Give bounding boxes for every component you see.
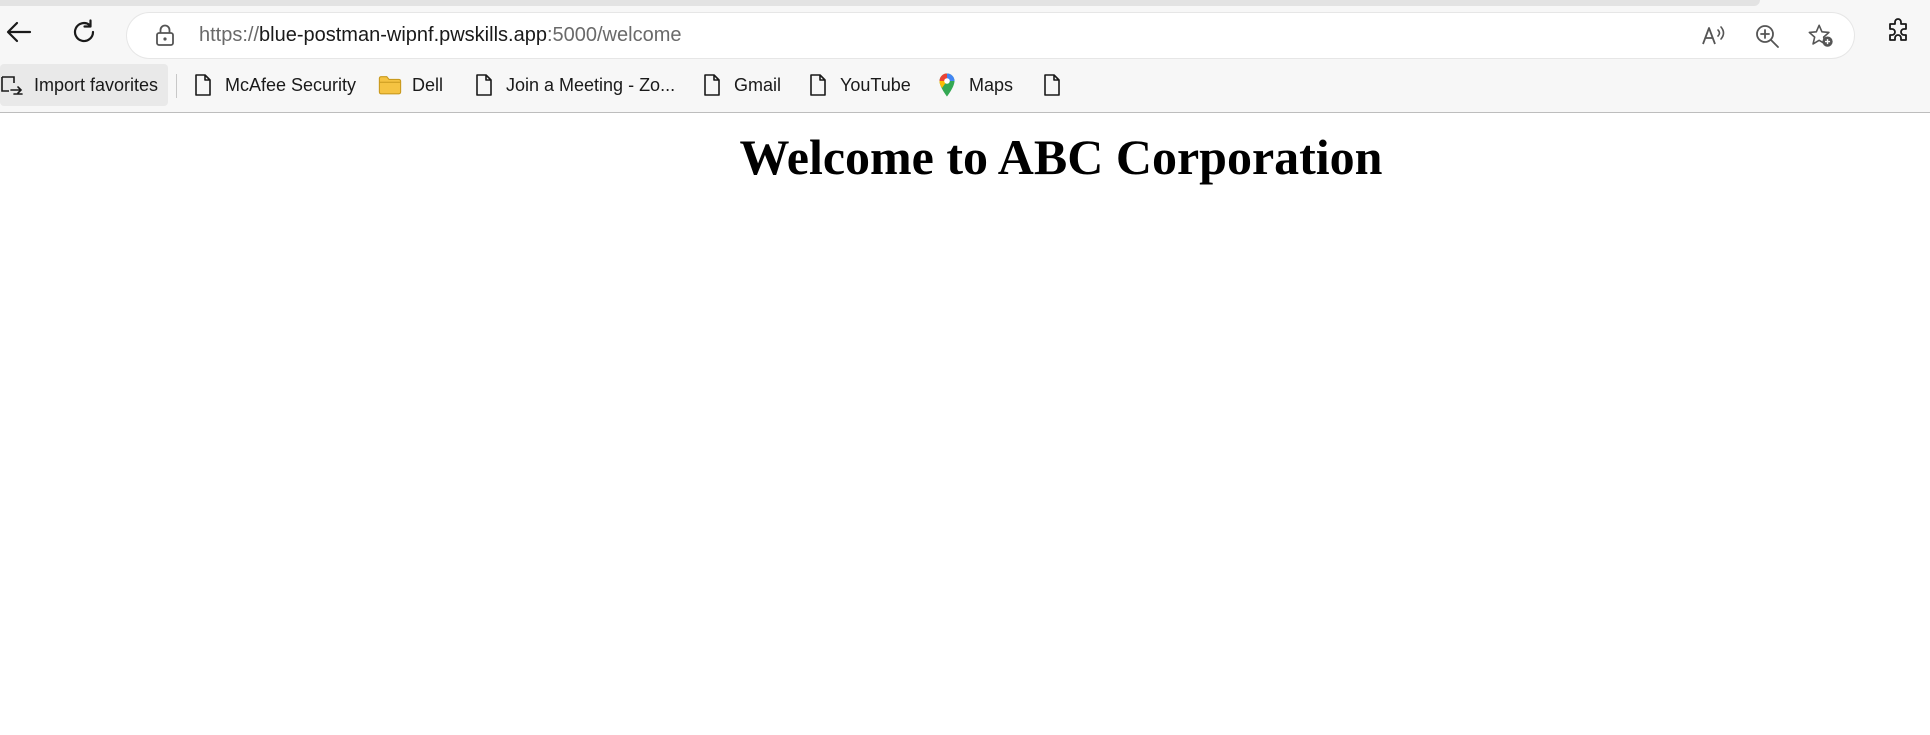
page-icon	[1040, 73, 1064, 97]
lock-icon[interactable]	[153, 23, 177, 47]
bookmark-import-favorites[interactable]: Import favorites	[0, 64, 169, 106]
import-favorites-icon	[0, 73, 24, 97]
bookmark-label: YouTube	[840, 74, 911, 95]
extensions-button[interactable]	[1880, 16, 1916, 52]
bookmark-label: Gmail	[734, 74, 782, 95]
back-arrow-icon	[4, 18, 32, 51]
bookmark-join-meeting[interactable]: Join a Meeting - Zo...	[472, 64, 675, 106]
bookmark-mcafee-security[interactable]: McAfee Security	[191, 64, 356, 106]
maps-pin-icon	[935, 73, 959, 97]
bookmark-label: Import favorites	[34, 74, 159, 95]
bookmark-label: Maps	[969, 74, 1014, 95]
url-scheme: https://	[199, 24, 260, 46]
url-host: blue-postman-wipnf.pwskills.app	[259, 24, 547, 46]
refresh-icon	[70, 18, 98, 51]
refresh-button[interactable]	[66, 16, 102, 52]
browser-chrome: https://blue-postman-wipnf.pwskills.app:…	[0, 0, 1930, 113]
bookmark-untitled[interactable]	[1040, 64, 1074, 106]
bookmark-label: McAfee Security	[225, 74, 357, 95]
bookmark-maps[interactable]: Maps	[935, 64, 1013, 106]
address-bar[interactable]: https://blue-postman-wipnf.pwskills.app:…	[127, 13, 1854, 58]
bookmark-gmail[interactable]: Gmail	[700, 64, 781, 106]
page-content: Welcome to ABC Corporation	[0, 113, 1930, 735]
browser-toolbar: https://blue-postman-wipnf.pwskills.app:…	[0, 10, 1930, 60]
back-button[interactable]	[0, 16, 36, 52]
page-title: Welcome to ABC Corporation	[739, 129, 1383, 185]
folder-icon	[378, 73, 402, 97]
page-icon	[700, 73, 724, 97]
extensions-icon	[1884, 17, 1912, 51]
bookmark-label: Dell	[412, 74, 444, 95]
bookmark-youtube[interactable]: YouTube	[806, 64, 911, 106]
bookmark-label: Join a Meeting - Zo...	[506, 74, 676, 95]
url-path: :5000/welcome	[546, 24, 682, 46]
add-favorite-icon[interactable]	[1807, 22, 1835, 50]
page-icon	[472, 73, 496, 97]
tab-strip	[0, 0, 1760, 6]
bookmark-dell[interactable]: Dell	[378, 64, 443, 106]
read-aloud-icon[interactable]	[1700, 22, 1728, 50]
page-icon	[806, 73, 830, 97]
url-text[interactable]: https://blue-postman-wipnf.pwskills.app:…	[199, 23, 681, 47]
bookmark-separator	[176, 74, 177, 98]
favorites-bar: Import favorites McAfee Security Dell Jo…	[0, 64, 1930, 106]
page-icon	[191, 73, 215, 97]
zoom-in-icon[interactable]	[1753, 22, 1781, 50]
